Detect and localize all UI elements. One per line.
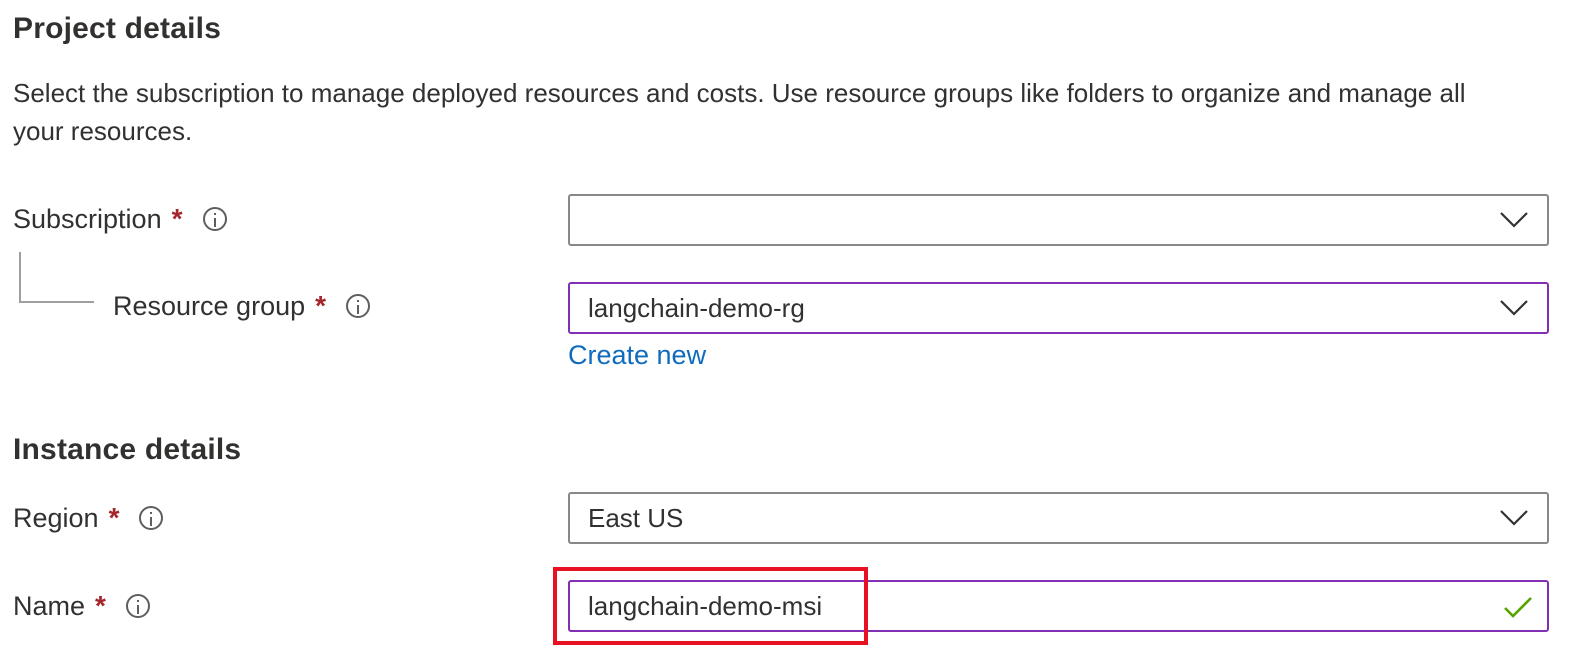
- name-label: Name: [13, 590, 86, 621]
- info-icon[interactable]: [125, 594, 150, 618]
- info-icon[interactable]: [139, 506, 164, 530]
- chevron-down-icon: [1500, 212, 1528, 228]
- region-label: Region: [13, 502, 99, 533]
- info-icon[interactable]: [202, 207, 227, 231]
- highlight-box: [553, 567, 868, 645]
- region-value: East US: [588, 502, 684, 533]
- resource-form: Project details Select the subscription …: [0, 0, 1589, 669]
- instance-details-title: Instance details: [13, 433, 242, 466]
- chevron-down-icon: [1500, 300, 1528, 316]
- required-indicator: *: [315, 290, 327, 321]
- region-label-row: Region *: [13, 502, 164, 534]
- chevron-down-icon: [1500, 510, 1528, 526]
- region-dropdown[interactable]: East US: [568, 492, 1549, 544]
- subscription-label: Subscription: [13, 203, 162, 234]
- resource-group-dropdown[interactable]: langchain-demo-rg: [568, 282, 1549, 334]
- required-indicator: *: [95, 590, 106, 621]
- project-details-description: Select the subscription to manage deploy…: [13, 78, 1466, 146]
- subscription-dropdown[interactable]: [568, 194, 1549, 246]
- resource-group-value: langchain-demo-rg: [588, 292, 805, 323]
- project-details-title: Project details: [13, 12, 222, 45]
- resource-group-label: Resource group: [113, 290, 306, 321]
- info-icon[interactable]: [346, 294, 371, 318]
- resource-group-label-row: Resource group *: [113, 290, 371, 322]
- required-indicator: *: [171, 203, 183, 234]
- subscription-label-row: Subscription *: [13, 203, 227, 235]
- tree-connector: [19, 252, 94, 303]
- create-new-link[interactable]: Create new: [568, 340, 706, 371]
- required-indicator: *: [108, 502, 120, 533]
- checkmark-icon: [1504, 597, 1532, 618]
- name-label-row: Name *: [13, 590, 150, 622]
